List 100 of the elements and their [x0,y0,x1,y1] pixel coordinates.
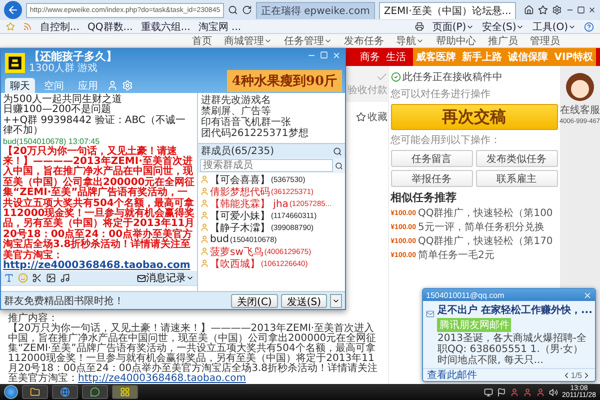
taskbar-button[interactable] [112,385,138,399]
chat-tab[interactable]: 聊天 [5,78,35,93]
favorite-link[interactable]: QQ群数... [88,20,133,34]
image-icon[interactable] [46,273,56,283]
user-icon[interactable] [536,388,545,396]
flag-icon[interactable] [497,388,506,396]
promo-text: 【20万只为你一句话，又见土豪！请速来！】————2013年ZEMI·至美首次进入中国，旨在推广净水产品在中国问世，现至美（中国）公司拿出200000元在全网征集“ZEMI·至美”品牌广告语有奖活动，一共设立五项大奖共有504个名额，最高可拿112000现金奖！一旦参与就有机会赢得奖品，另有至美（中国）将定于2013年11月20号18：00点至24：00点举办至美官方淘宝店全场3.8折秒杀活动！详情请关注至美官方淘宝：http://ze4000368468.taobao.com [8,324,379,384]
nav-link[interactable]: 首页 [192,34,212,48]
promo-heading: 推广内容： [8,314,58,324]
chat-message: 为500人一起共同生财之道 [3,95,124,105]
feed-icon[interactable] [23,22,32,31]
back-arrow-icon[interactable] [6,4,19,16]
action-button[interactable]: 发布类似任务 [476,150,558,167]
view-mail-link[interactable]: 查看此邮件 [427,368,477,382]
check-circle-icon [390,72,401,82]
favorite-link[interactable]: 收藏 [356,110,388,124]
member-name[interactable]: 【可会喜喜】 [210,172,270,186]
shop-link[interactable]: http://ze4000368468.taobao.com [78,373,246,384]
menu-button[interactable]: 页面(P) [432,20,474,34]
announcement-line: 禁刷屏、广告等 [201,106,272,117]
folder-icon[interactable] [30,387,40,397]
member-name[interactable]: 【韩能兆霖】 jha [210,196,288,210]
envelope-icon[interactable] [137,274,146,282]
member-search-field[interactable]: 搜索群成员 [200,159,333,172]
search-icon[interactable] [335,162,343,170]
member-name[interactable]: bud [210,234,230,245]
scissors-icon[interactable] [32,273,42,283]
avatar-icon [564,72,595,102]
user-icon[interactable] [107,80,118,91]
action-button[interactable]: 举报任务 [390,170,473,187]
caret-icon[interactable] [186,274,194,282]
notice-text: 群友免费精品图书限时抢！ [4,294,124,308]
settings-icon[interactable] [552,5,562,15]
chat-bubble-icon[interactable] [90,387,100,397]
favorite-link[interactable]: 重载六组... [140,20,190,34]
action-button[interactable]: 联系雇主 [476,170,558,187]
nav-link[interactable]: 发布任务 [344,34,384,48]
support-link[interactable]: 在线客服 [560,103,600,117]
category-link[interactable]: 生活 [383,48,410,66]
music-icon[interactable] [60,273,70,283]
mail-source: 腾讯朋友网邮件 [437,318,512,332]
member-name[interactable]: 【静子木瀮】 [210,220,270,234]
member-name[interactable]: 菠萝sw飞鸟 [210,244,264,258]
group-name: 【还能孩子多久】 [29,51,117,63]
globe-icon[interactable] [60,387,70,397]
menu-button[interactable]: 工具(O) [532,20,576,34]
member-name[interactable]: 【吹西城】 [210,256,260,270]
category-link[interactable]: 商务 [357,48,384,66]
message-input[interactable] [1,285,197,291]
action-button[interactable]: 任务留言 [390,150,473,167]
user-icon [200,199,209,208]
help-icon[interactable] [584,22,594,32]
group-logo-icon [5,53,25,73]
maximize-icon[interactable] [577,6,586,14]
user-icon[interactable] [510,388,519,396]
ad-banner[interactable]: 4种水果瘦到90斤 [226,70,342,92]
favorite-link[interactable]: 淘宝网 ... [198,20,242,34]
mail-account: 1504010011@qq.com [426,290,504,300]
font-icon[interactable] [4,273,14,283]
search-icon[interactable] [333,146,342,156]
star-icon[interactable] [356,112,366,122]
nav-link[interactable]: 推广员 [488,34,518,48]
chat-button[interactable]: 关闭(C) [231,294,278,308]
nav-link[interactable]: 帮助中心 [436,34,476,48]
nav-link[interactable]: 导航 [396,34,424,48]
chat-button[interactable]: 发送(S) [280,294,327,308]
chat-message: 日赚100—200不是问题 [3,105,112,116]
panel-hint: 您可能会用到以下操作： [390,134,502,147]
chat-link[interactable]: http://ze4000368468.taobao.com [3,260,190,271]
star-icon[interactable] [538,5,548,15]
close-icon[interactable] [588,6,596,14]
taskbar-button[interactable] [82,385,108,399]
start-button[interactable] [4,385,18,399]
mail-subject: 足不出户 在家轻松工作赚外快，... [437,303,592,317]
printer-icon[interactable] [415,22,424,31]
nav-link[interactable]: 商城管理 [224,34,272,48]
grid-icon[interactable] [120,387,130,397]
user-icon [200,235,209,244]
search-icon[interactable] [228,5,238,15]
taskbar-button[interactable] [52,385,78,399]
refresh-icon[interactable] [242,5,252,15]
submit-button[interactable]: 再次交稿 [390,104,558,130]
favorite-link[interactable]: 自控制... [40,20,80,34]
browser-tab[interactable]: ZEMI·至美（中国）论坛悬... [378,2,516,18]
next-icon[interactable] [582,370,591,380]
back-button[interactable] [4,1,22,19]
nav-link[interactable]: 任务管理 [284,34,332,48]
menu-button[interactable]: 安全(S) [482,20,524,34]
member-name[interactable]: 倩影梦想代码 [210,184,270,198]
browser-tab[interactable]: 正在瑞得 epweike.com [256,2,375,18]
message-sender: bud(1504010678) 13:07:45 [3,136,101,146]
user-icon[interactable] [523,388,532,396]
monitor-icon[interactable] [484,388,493,396]
member-name[interactable]: 【可爱小妹】 [210,208,270,222]
panel-hint: 您可以对任务进行操作 [390,88,492,101]
home-icon[interactable] [524,5,534,15]
nav-link[interactable]: 管理员 [530,34,560,48]
star-icon[interactable] [6,22,15,31]
volume-icon[interactable] [549,388,558,396]
taskbar-button[interactable] [22,385,48,399]
